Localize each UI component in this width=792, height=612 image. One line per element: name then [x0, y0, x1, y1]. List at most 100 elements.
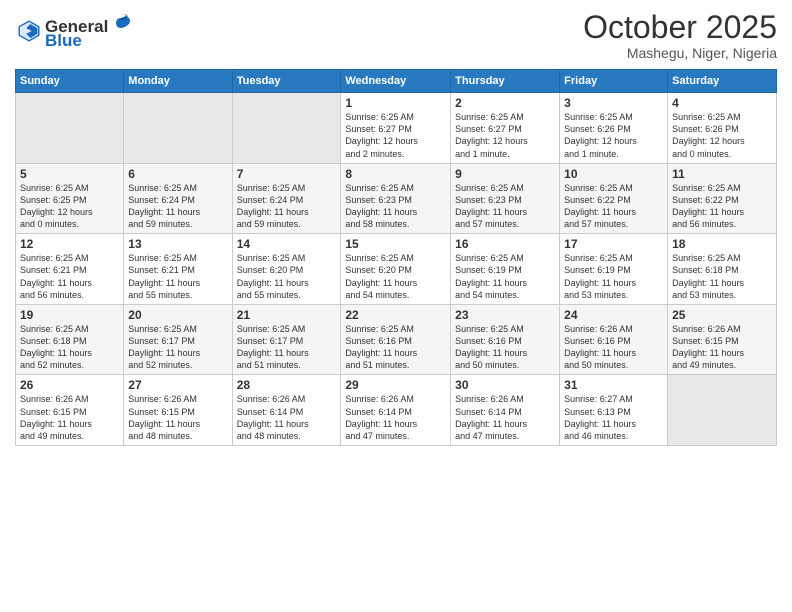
day-info: Sunrise: 6:25 AMSunset: 6:18 PMDaylight:… — [672, 252, 772, 301]
day-info: Sunrise: 6:26 AMSunset: 6:14 PMDaylight:… — [455, 393, 555, 442]
day-info: Sunrise: 6:25 AMSunset: 6:16 PMDaylight:… — [455, 323, 555, 372]
logo-icon — [15, 17, 43, 45]
day-info: Sunrise: 6:25 AMSunset: 6:26 PMDaylight:… — [564, 111, 663, 160]
day-info: Sunrise: 6:25 AMSunset: 6:27 PMDaylight:… — [345, 111, 446, 160]
day-number: 30 — [455, 378, 555, 392]
table-row: 24Sunrise: 6:26 AMSunset: 6:16 PMDayligh… — [560, 304, 668, 375]
col-tuesday: Tuesday — [232, 70, 341, 93]
header: General Blue October 2025 Mashegu, Niger… — [15, 10, 777, 61]
day-info: Sunrise: 6:25 AMSunset: 6:21 PMDaylight:… — [20, 252, 119, 301]
day-info: Sunrise: 6:26 AMSunset: 6:14 PMDaylight:… — [345, 393, 446, 442]
table-row: 23Sunrise: 6:25 AMSunset: 6:16 PMDayligh… — [451, 304, 560, 375]
day-number: 28 — [237, 378, 337, 392]
table-row: 21Sunrise: 6:25 AMSunset: 6:17 PMDayligh… — [232, 304, 341, 375]
table-row: 29Sunrise: 6:26 AMSunset: 6:14 PMDayligh… — [341, 375, 451, 446]
calendar-table: Sunday Monday Tuesday Wednesday Thursday… — [15, 69, 777, 446]
day-info: Sunrise: 6:26 AMSunset: 6:14 PMDaylight:… — [237, 393, 337, 442]
col-wednesday: Wednesday — [341, 70, 451, 93]
day-number: 17 — [564, 237, 663, 251]
day-number: 25 — [672, 308, 772, 322]
table-row: 7Sunrise: 6:25 AMSunset: 6:24 PMDaylight… — [232, 163, 341, 234]
table-row: 6Sunrise: 6:25 AMSunset: 6:24 PMDaylight… — [124, 163, 232, 234]
day-number: 6 — [128, 167, 227, 181]
day-info: Sunrise: 6:26 AMSunset: 6:15 PMDaylight:… — [20, 393, 119, 442]
table-row: 19Sunrise: 6:25 AMSunset: 6:18 PMDayligh… — [16, 304, 124, 375]
day-info: Sunrise: 6:25 AMSunset: 6:23 PMDaylight:… — [455, 182, 555, 231]
page: General Blue October 2025 Mashegu, Niger… — [0, 0, 792, 612]
table-row: 26Sunrise: 6:26 AMSunset: 6:15 PMDayligh… — [16, 375, 124, 446]
month-title: October 2025 — [583, 10, 777, 45]
day-info: Sunrise: 6:25 AMSunset: 6:25 PMDaylight:… — [20, 182, 119, 231]
day-number: 27 — [128, 378, 227, 392]
day-info: Sunrise: 6:25 AMSunset: 6:19 PMDaylight:… — [455, 252, 555, 301]
location-title: Mashegu, Niger, Nigeria — [583, 45, 777, 61]
calendar-week-row: 5Sunrise: 6:25 AMSunset: 6:25 PMDaylight… — [16, 163, 777, 234]
day-number: 21 — [237, 308, 337, 322]
day-number: 29 — [345, 378, 446, 392]
table-row: 5Sunrise: 6:25 AMSunset: 6:25 PMDaylight… — [16, 163, 124, 234]
table-row: 30Sunrise: 6:26 AMSunset: 6:14 PMDayligh… — [451, 375, 560, 446]
day-info: Sunrise: 6:25 AMSunset: 6:27 PMDaylight:… — [455, 111, 555, 160]
day-info: Sunrise: 6:25 AMSunset: 6:19 PMDaylight:… — [564, 252, 663, 301]
table-row: 2Sunrise: 6:25 AMSunset: 6:27 PMDaylight… — [451, 93, 560, 164]
day-info: Sunrise: 6:25 AMSunset: 6:22 PMDaylight:… — [564, 182, 663, 231]
day-info: Sunrise: 6:25 AMSunset: 6:16 PMDaylight:… — [345, 323, 446, 372]
day-info: Sunrise: 6:26 AMSunset: 6:16 PMDaylight:… — [564, 323, 663, 372]
calendar-week-row: 19Sunrise: 6:25 AMSunset: 6:18 PMDayligh… — [16, 304, 777, 375]
day-info: Sunrise: 6:26 AMSunset: 6:15 PMDaylight:… — [128, 393, 227, 442]
table-row: 28Sunrise: 6:26 AMSunset: 6:14 PMDayligh… — [232, 375, 341, 446]
day-number: 18 — [672, 237, 772, 251]
day-number: 1 — [345, 96, 446, 110]
table-row: 13Sunrise: 6:25 AMSunset: 6:21 PMDayligh… — [124, 234, 232, 305]
day-number: 10 — [564, 167, 663, 181]
table-row: 12Sunrise: 6:25 AMSunset: 6:21 PMDayligh… — [16, 234, 124, 305]
day-info: Sunrise: 6:27 AMSunset: 6:13 PMDaylight:… — [564, 393, 663, 442]
col-thursday: Thursday — [451, 70, 560, 93]
day-info: Sunrise: 6:25 AMSunset: 6:20 PMDaylight:… — [345, 252, 446, 301]
day-number: 14 — [237, 237, 337, 251]
col-sunday: Sunday — [16, 70, 124, 93]
logo-bird-icon — [110, 10, 132, 32]
title-block: October 2025 Mashegu, Niger, Nigeria — [583, 10, 777, 61]
day-number: 2 — [455, 96, 555, 110]
calendar-header-row: Sunday Monday Tuesday Wednesday Thursday… — [16, 70, 777, 93]
day-info: Sunrise: 6:25 AMSunset: 6:17 PMDaylight:… — [237, 323, 337, 372]
col-friday: Friday — [560, 70, 668, 93]
logo: General Blue — [15, 10, 133, 51]
table-row: 11Sunrise: 6:25 AMSunset: 6:22 PMDayligh… — [668, 163, 777, 234]
table-row: 9Sunrise: 6:25 AMSunset: 6:23 PMDaylight… — [451, 163, 560, 234]
table-row — [124, 93, 232, 164]
day-info: Sunrise: 6:25 AMSunset: 6:22 PMDaylight:… — [672, 182, 772, 231]
calendar-week-row: 26Sunrise: 6:26 AMSunset: 6:15 PMDayligh… — [16, 375, 777, 446]
day-number: 23 — [455, 308, 555, 322]
table-row: 3Sunrise: 6:25 AMSunset: 6:26 PMDaylight… — [560, 93, 668, 164]
day-info: Sunrise: 6:25 AMSunset: 6:23 PMDaylight:… — [345, 182, 446, 231]
table-row: 16Sunrise: 6:25 AMSunset: 6:19 PMDayligh… — [451, 234, 560, 305]
day-number: 11 — [672, 167, 772, 181]
day-number: 13 — [128, 237, 227, 251]
day-number: 7 — [237, 167, 337, 181]
day-number: 4 — [672, 96, 772, 110]
day-number: 31 — [564, 378, 663, 392]
table-row: 8Sunrise: 6:25 AMSunset: 6:23 PMDaylight… — [341, 163, 451, 234]
day-info: Sunrise: 6:25 AMSunset: 6:18 PMDaylight:… — [20, 323, 119, 372]
day-info: Sunrise: 6:25 AMSunset: 6:24 PMDaylight:… — [237, 182, 337, 231]
day-number: 24 — [564, 308, 663, 322]
table-row: 4Sunrise: 6:25 AMSunset: 6:26 PMDaylight… — [668, 93, 777, 164]
calendar-week-row: 1Sunrise: 6:25 AMSunset: 6:27 PMDaylight… — [16, 93, 777, 164]
day-number: 16 — [455, 237, 555, 251]
table-row: 25Sunrise: 6:26 AMSunset: 6:15 PMDayligh… — [668, 304, 777, 375]
day-info: Sunrise: 6:25 AMSunset: 6:26 PMDaylight:… — [672, 111, 772, 160]
table-row — [668, 375, 777, 446]
day-number: 12 — [20, 237, 119, 251]
day-info: Sunrise: 6:25 AMSunset: 6:20 PMDaylight:… — [237, 252, 337, 301]
table-row — [232, 93, 341, 164]
table-row: 10Sunrise: 6:25 AMSunset: 6:22 PMDayligh… — [560, 163, 668, 234]
day-number: 5 — [20, 167, 119, 181]
day-number: 3 — [564, 96, 663, 110]
table-row: 14Sunrise: 6:25 AMSunset: 6:20 PMDayligh… — [232, 234, 341, 305]
calendar-week-row: 12Sunrise: 6:25 AMSunset: 6:21 PMDayligh… — [16, 234, 777, 305]
day-info: Sunrise: 6:25 AMSunset: 6:17 PMDaylight:… — [128, 323, 227, 372]
table-row: 31Sunrise: 6:27 AMSunset: 6:13 PMDayligh… — [560, 375, 668, 446]
day-number: 26 — [20, 378, 119, 392]
